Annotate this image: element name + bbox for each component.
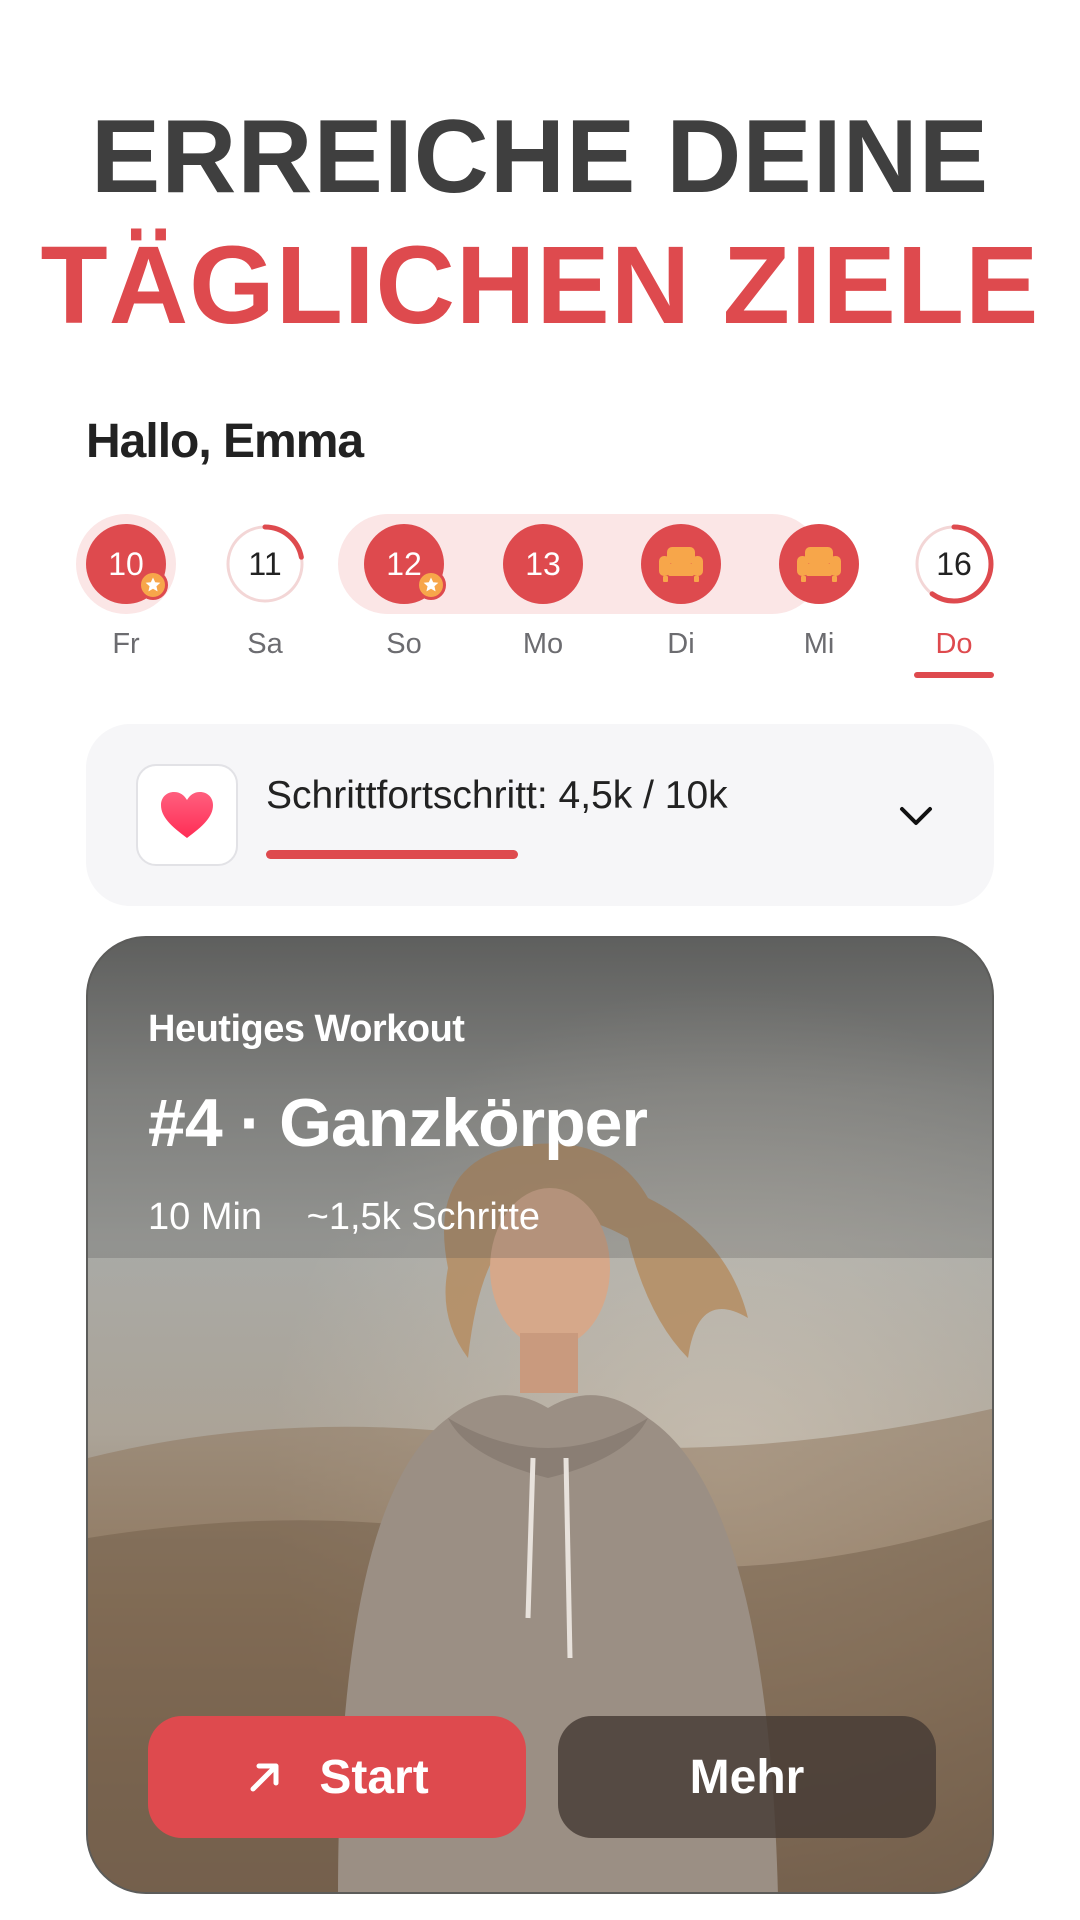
day-circle: 11 [225,524,305,604]
arrow-up-right-icon [250,1763,279,1792]
day-do[interactable]: 16 Do [914,524,994,678]
step-progress-card[interactable]: Schrittfortschritt: 4,5k / 10k [86,724,994,906]
day-label: Di [667,628,695,660]
armchair-icon [659,547,703,582]
workout-title: #4 · Ganzkörper [148,1085,648,1161]
workout-duration: 10 Min [148,1196,263,1238]
workout-kicker: Heutiges Workout [148,1008,465,1050]
health-app-icon [136,764,238,866]
workout-steps: ~1,5k Schritte [306,1196,541,1238]
day-circle: 16 [914,524,994,604]
step-progress-text: Schrittfortschritt: 4,5k / 10k [266,774,728,817]
day-label: Fr [112,628,140,660]
headline-line-1: ERREICHE DEINE [90,99,990,215]
more-button-label: Mehr [689,1750,805,1804]
day-fr[interactable]: 10 Fr [86,524,168,660]
day-number: 16 [936,545,972,582]
day-number: 12 [386,545,422,582]
day-mi[interactable]: Mi [779,524,859,660]
todays-workout-card[interactable]: Heutiges Workout #4 · Ganzkörper 10 Min … [86,936,994,1894]
start-button-label: Start [319,1750,429,1804]
day-number: 11 [248,545,282,582]
workout-meta: 10 Min ~1,5k Schritte [148,1196,540,1239]
step-progress-bar [266,850,826,859]
day-label: Mi [803,628,835,660]
day-label: Mo [522,628,564,660]
day-label: So [386,628,422,660]
day-label: Do [935,628,973,660]
day-circle [641,524,721,604]
selected-day-indicator [914,672,994,678]
heart-icon [161,792,213,838]
day-di[interactable]: Di [641,524,721,660]
greeting: Hallo, Emma [86,415,364,468]
day-sa[interactable]: 11 Sa [225,524,305,660]
day-label: Sa [247,628,283,660]
day-number: 10 [108,545,144,582]
day-so[interactable]: 12 So [364,524,446,660]
star-badge-icon [416,570,446,600]
day-mo[interactable]: 13 Mo [503,524,583,660]
armchair-icon [797,547,841,582]
step-progress-fill [266,850,518,859]
star-badge-icon [138,570,168,600]
day-number: 13 [525,545,561,582]
start-button[interactable]: Start [148,1716,526,1838]
more-button[interactable]: Mehr [558,1716,936,1838]
day-circle [779,524,859,604]
day-circle: 13 [503,524,583,604]
headline-line-2: TÄGLICHEN ZIELE [40,224,1040,347]
chevron-down-icon[interactable] [892,792,940,840]
